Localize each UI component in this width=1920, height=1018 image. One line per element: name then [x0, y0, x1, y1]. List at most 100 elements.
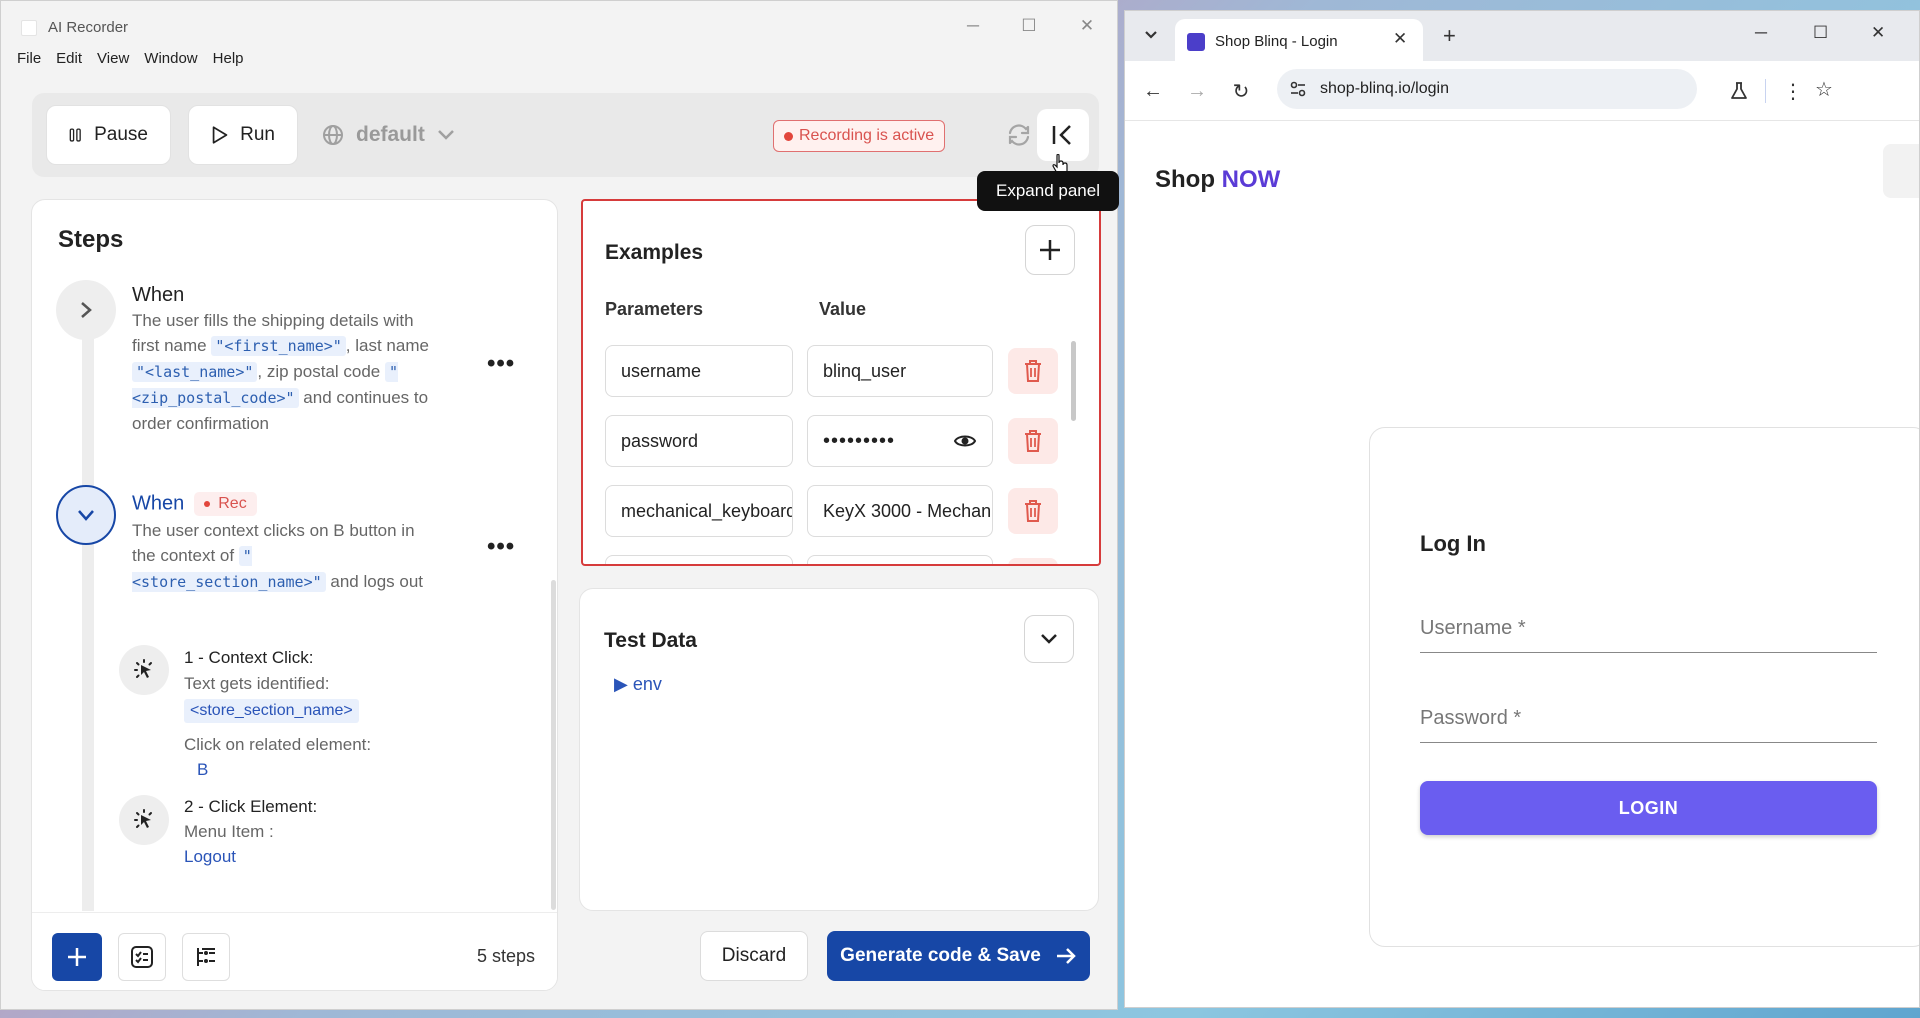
value-input[interactable]: blinq_user	[807, 345, 993, 397]
back-button[interactable]: ←	[1141, 79, 1165, 103]
value-input[interactable]	[807, 555, 993, 564]
delete-row-button[interactable]	[1008, 488, 1058, 534]
tab-search-button[interactable]	[1137, 21, 1165, 49]
menu-view[interactable]: View	[97, 45, 129, 73]
chevron-down-icon	[78, 510, 94, 521]
username-input[interactable]: Username *	[1420, 613, 1877, 653]
menu-window[interactable]: Window	[144, 45, 197, 73]
password-input[interactable]: Password *	[1420, 703, 1877, 743]
recording-status-text: Recording is active	[799, 127, 935, 144]
substep-text: Click on related element:	[184, 735, 372, 754]
example-row-partial	[605, 555, 1075, 564]
show-password-icon[interactable]	[953, 429, 977, 458]
parameter-input[interactable]: username	[605, 345, 793, 397]
tab-title: Shop Blinq - Login	[1215, 33, 1338, 50]
parameter-input[interactable]	[605, 555, 793, 564]
address-bar-row: ← → ↻ shop-blinq.io/login ☆ ⋮	[1125, 61, 1919, 121]
browser-tab-bar: Shop Blinq - Login ✕ + ─ ☐ ✕	[1125, 11, 1919, 61]
add-example-button[interactable]	[1025, 225, 1075, 275]
toolbar-divider	[1765, 79, 1766, 103]
browser-close-button[interactable]: ✕	[1871, 23, 1885, 43]
menu-edit[interactable]: Edit	[56, 45, 82, 73]
steps-title: Steps	[58, 226, 124, 253]
step-more-menu-icon[interactable]: •••	[487, 533, 515, 561]
parameter-input[interactable]: password	[605, 415, 793, 467]
value-column-header: Value	[819, 299, 867, 319]
checklist-icon	[131, 946, 153, 968]
play-icon	[212, 126, 228, 144]
step-more-menu-icon[interactable]: •••	[487, 350, 515, 378]
expand-panel-tooltip: Expand panel	[977, 171, 1119, 211]
substep-title: 1 - Context Click:	[184, 648, 314, 667]
step-keyword-active: When Rec	[132, 492, 257, 516]
side-panel-handle[interactable]	[1883, 144, 1919, 198]
example-row: username blinq_user	[605, 345, 1075, 397]
browser-maximize-button[interactable]: ☐	[1813, 23, 1828, 43]
reload-button[interactable]: ↻	[1229, 79, 1253, 103]
site-settings-icon[interactable]	[1289, 80, 1307, 98]
checklist-button[interactable]	[118, 933, 166, 981]
login-title: Log In	[1420, 531, 1486, 556]
collapse-left-icon	[1052, 125, 1071, 145]
discard-button[interactable]: Discard	[700, 931, 808, 981]
step-expand-toggle[interactable]	[56, 280, 116, 340]
env-tree-node[interactable]: ▶ env	[614, 674, 662, 695]
generate-label: Generate code & Save	[840, 945, 1041, 966]
menu-help[interactable]: Help	[213, 45, 244, 73]
test-data-panel: Test Data ▶ env	[579, 588, 1099, 911]
delete-row-button[interactable]	[1008, 558, 1058, 564]
minimize-button[interactable]: ─	[955, 11, 991, 41]
recorder-toolbar: Pause Run default Recording is active	[32, 93, 1099, 177]
login-button[interactable]: LOGIN	[1420, 781, 1877, 835]
step-keyword: When	[132, 284, 185, 306]
steps-scrollbar[interactable]	[551, 580, 556, 910]
substep-text: Menu Item :	[184, 822, 274, 841]
delete-row-button[interactable]	[1008, 348, 1058, 394]
trash-icon	[1025, 430, 1041, 452]
run-button[interactable]: Run	[188, 105, 298, 165]
maximize-button[interactable]: ☐	[1011, 11, 1047, 41]
context-click-icon	[119, 645, 169, 695]
menu-bar: File Edit View Window Help	[1, 45, 1117, 73]
generate-code-save-button[interactable]: Generate code & Save	[827, 931, 1090, 981]
step-collapse-toggle[interactable]	[56, 485, 116, 545]
trash-icon	[1025, 500, 1041, 522]
steps-timeline	[82, 296, 94, 911]
menu-file[interactable]: File	[17, 45, 41, 73]
substep-element-link[interactable]: Logout	[184, 847, 236, 867]
substep-element-link[interactable]: B	[197, 760, 208, 780]
pause-button[interactable]: Pause	[46, 105, 171, 165]
browser-menu-icon[interactable]: ⋮	[1781, 79, 1805, 103]
close-button[interactable]: ✕	[1069, 11, 1105, 41]
step-description[interactable]: The user fills the shipping details with…	[132, 308, 432, 436]
browser-tab[interactable]: Shop Blinq - Login ✕	[1175, 19, 1423, 61]
value-input[interactable]: KeyX 3000 - Mechanical	[807, 485, 993, 537]
forward-button[interactable]: →	[1185, 79, 1209, 103]
recording-status-badge: Recording is active	[773, 120, 946, 152]
rec-dot-icon	[204, 501, 211, 507]
pause-label: Pause	[94, 124, 148, 145]
new-tab-button[interactable]: +	[1443, 23, 1456, 49]
add-step-button[interactable]	[52, 933, 102, 981]
environment-select[interactable]: default	[322, 105, 455, 165]
tab-close-icon[interactable]: ✕	[1393, 29, 1407, 49]
arrow-right-icon	[1056, 948, 1076, 964]
click-element-icon	[119, 795, 169, 845]
omnibox[interactable]: shop-blinq.io/login ☆	[1277, 69, 1833, 109]
favicon-icon	[1187, 33, 1205, 51]
param-chip: "<last_name>"	[132, 362, 258, 382]
step-description[interactable]: The user context clicks on B button in t…	[132, 518, 432, 595]
trash-icon	[1025, 360, 1041, 382]
test-data-toggle-button[interactable]	[1024, 615, 1074, 663]
examples-scrollbar[interactable]	[1071, 341, 1076, 421]
delete-row-button[interactable]	[1008, 418, 1058, 464]
substep-param-chip[interactable]: <store_section_name>	[184, 699, 359, 723]
step-list-button[interactable]	[182, 933, 230, 981]
substep-text: Text gets identified:	[184, 674, 330, 693]
bookmark-star-icon[interactable]: ☆	[1815, 77, 1833, 102]
labs-flask-icon[interactable]	[1727, 79, 1751, 103]
url-text: shop-blinq.io/login	[1320, 80, 1449, 97]
shop-logo[interactable]: Shop NOW	[1155, 166, 1280, 194]
parameter-input[interactable]: mechanical_keyboard	[605, 485, 793, 537]
browser-minimize-button[interactable]: ─	[1755, 23, 1767, 43]
